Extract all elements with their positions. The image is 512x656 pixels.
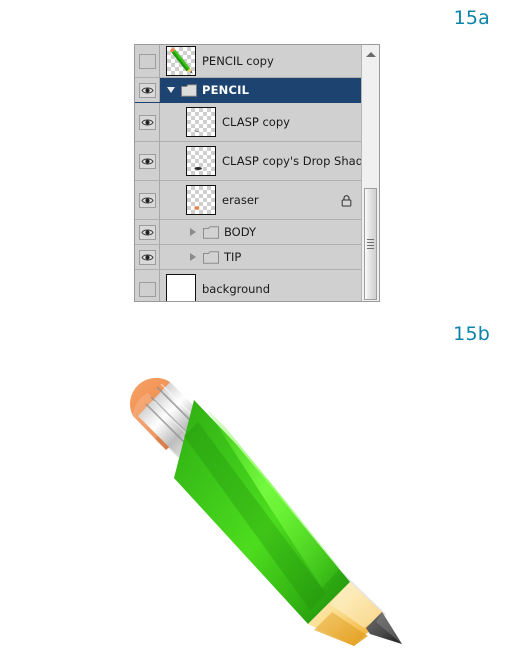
eye-icon[interactable] xyxy=(138,114,156,130)
table-row[interactable]: PENCIL xyxy=(135,78,361,103)
visibility-toggle-cell[interactable] xyxy=(135,142,160,180)
table-row[interactable]: CLASP copy's Drop Shadow xyxy=(135,142,361,181)
table-row[interactable]: background xyxy=(135,270,361,301)
scroll-up-triangle-up-icon[interactable] xyxy=(362,47,379,61)
layer-row-body[interactable]: BODY xyxy=(160,220,361,244)
layer-name: background xyxy=(202,282,271,296)
eye-icon[interactable] xyxy=(138,153,156,169)
layer-row-body[interactable]: CLASP copy xyxy=(160,103,361,141)
folder-icon xyxy=(203,225,219,239)
lock-icon[interactable] xyxy=(341,194,352,207)
layer-thumbnail xyxy=(166,274,196,301)
layer-row-body[interactable]: CLASP copy's Drop Shadow xyxy=(160,142,361,180)
table-row[interactable]: TIP xyxy=(135,245,361,270)
layer-name: eraser xyxy=(222,193,259,207)
eye-icon-glyph xyxy=(140,87,154,93)
disclosure-triangle-down-icon[interactable] xyxy=(164,87,178,93)
visibility-toggle-cell[interactable] xyxy=(135,181,160,219)
table-row[interactable]: BODY xyxy=(135,220,361,245)
disclosure-triangle-right-icon[interactable] xyxy=(186,228,200,236)
figure-label-15b: 15b xyxy=(453,323,490,345)
eye-icon[interactable] xyxy=(138,249,156,265)
layer-name: TIP xyxy=(224,250,242,264)
table-row[interactable]: CLASP copy xyxy=(135,103,361,142)
layer-row-body[interactable]: TIP xyxy=(160,245,361,269)
vertical-scrollbar[interactable] xyxy=(361,45,379,301)
layer-thumbnail xyxy=(166,46,196,76)
grip-lines-icon xyxy=(367,237,374,251)
pencil-artwork-icon xyxy=(130,378,402,646)
clasp-thumbnail-icon xyxy=(194,129,200,133)
layer-row-body[interactable]: background xyxy=(160,270,361,301)
folder-icon xyxy=(181,83,197,97)
figure-label-15a: 15a xyxy=(453,7,490,29)
folder-icon xyxy=(203,250,219,264)
layer-row-body[interactable]: eraser xyxy=(160,181,361,219)
eye-icon-glyph xyxy=(140,158,154,164)
layers-list[interactable]: PENCIL copy PENCIL CLASP copy CLASP copy… xyxy=(135,45,361,301)
visibility-toggle-cell[interactable] xyxy=(135,45,160,77)
layer-name: BODY xyxy=(224,225,256,239)
layer-row-body[interactable]: PENCIL copy xyxy=(160,45,361,77)
visibility-toggle-cell[interactable] xyxy=(135,78,160,102)
layer-name: CLASP copy xyxy=(222,115,290,129)
eye-icon-glyph xyxy=(140,229,154,235)
eye-icon[interactable] xyxy=(138,224,156,240)
drop-shadow-thumbnail-icon xyxy=(194,166,202,170)
layer-thumbnail xyxy=(186,185,216,215)
visibility-toggle-cell[interactable] xyxy=(135,270,160,301)
layer-thumbnail xyxy=(186,107,216,137)
layer-row-body[interactable]: PENCIL xyxy=(160,78,361,102)
pencil-thumbnail-icon xyxy=(169,47,193,74)
pencil-illustration xyxy=(118,378,418,650)
eye-icon[interactable] xyxy=(138,82,156,98)
visibility-toggle-cell[interactable] xyxy=(135,245,160,269)
eye-icon-glyph xyxy=(140,197,154,203)
eye-icon-off[interactable] xyxy=(138,53,156,69)
eye-icon-glyph xyxy=(140,119,154,125)
layer-name: PENCIL xyxy=(202,83,250,97)
eye-icon-glyph xyxy=(140,254,154,260)
layer-thumbnail xyxy=(186,146,216,176)
table-row[interactable]: PENCIL copy xyxy=(135,45,361,78)
layer-name: CLASP copy's Drop Shadow xyxy=(222,154,361,168)
eraser-thumbnail-icon xyxy=(194,206,200,210)
visibility-toggle-cell[interactable] xyxy=(135,220,160,244)
layers-panel[interactable]: PENCIL copy PENCIL CLASP copy CLASP copy… xyxy=(134,44,380,302)
layer-name: PENCIL copy xyxy=(202,54,274,68)
visibility-toggle-cell[interactable] xyxy=(135,103,160,141)
eye-icon-off[interactable] xyxy=(138,281,156,297)
eye-icon[interactable] xyxy=(138,192,156,208)
disclosure-triangle-right-icon[interactable] xyxy=(186,253,200,261)
scrollbar-thumb[interactable] xyxy=(364,188,377,300)
table-row[interactable]: eraser xyxy=(135,181,361,220)
